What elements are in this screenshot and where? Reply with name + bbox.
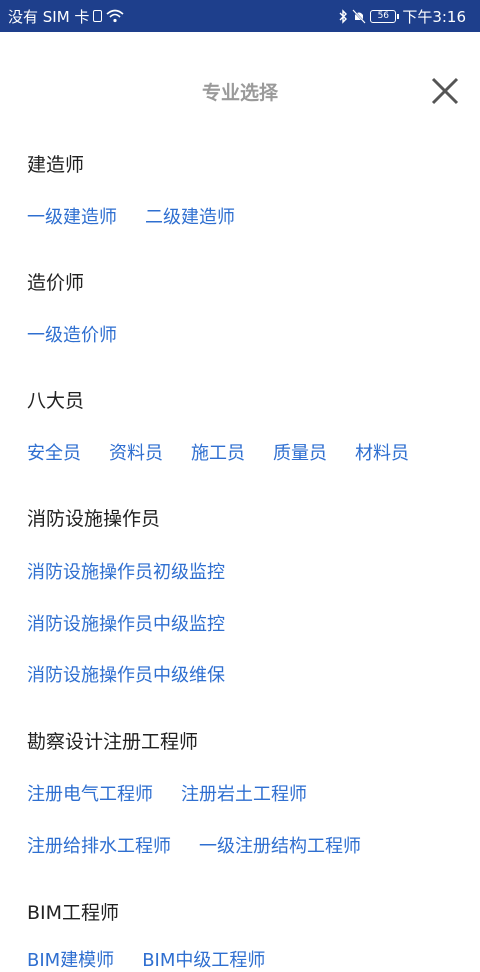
section-title-cost-engineer: 造价师 bbox=[27, 272, 85, 294]
option-construction-officer[interactable]: 施工员 bbox=[191, 439, 245, 465]
status-bar: 没有 SIM 卡 56 下午3:16 bbox=[0, 0, 480, 32]
carrier-text: 没有 SIM 卡 bbox=[8, 7, 90, 26]
option-fire-intermediate-maintenance[interactable]: 消防设施操作员中级维保 bbox=[27, 661, 225, 687]
option-row: 消防设施操作员初级监控 bbox=[27, 558, 253, 584]
option-level1-cost-engineer[interactable]: 一级造价师 bbox=[27, 321, 117, 347]
option-bim-modeler[interactable]: BIM建模师 bbox=[27, 946, 114, 972]
sim-icon bbox=[93, 10, 103, 22]
close-icon[interactable] bbox=[426, 72, 464, 110]
option-row: BIM建模师 BIM中级工程师 bbox=[27, 946, 293, 972]
option-row: 安全员 资料员 施工员 质量员 材料员 bbox=[27, 439, 437, 465]
option-fire-intermediate-monitor[interactable]: 消防设施操作员中级监控 bbox=[27, 610, 225, 636]
clock-text: 下午3:16 bbox=[402, 7, 466, 26]
wifi-icon bbox=[106, 9, 124, 23]
battery-icon: 56 bbox=[370, 9, 400, 23]
option-level1-constructor[interactable]: 一级建造师 bbox=[27, 203, 117, 229]
option-material-officer[interactable]: 材料员 bbox=[355, 439, 409, 465]
option-row: 一级建造师 二级建造师 bbox=[27, 203, 263, 229]
option-structural-engineer[interactable]: 一级注册结构工程师 bbox=[199, 832, 361, 858]
option-row: 注册给排水工程师 一级注册结构工程师 bbox=[27, 832, 389, 858]
option-row: 消防设施操作员中级监控 bbox=[27, 610, 253, 636]
section-title-constructor: 建造师 bbox=[27, 154, 85, 176]
option-row: 注册电气工程师 注册岩土工程师 bbox=[27, 780, 335, 806]
option-fire-junior-monitor[interactable]: 消防设施操作员初级监控 bbox=[27, 558, 225, 584]
option-row: 一级造价师 bbox=[27, 321, 145, 347]
option-quality-officer[interactable]: 质量员 bbox=[273, 439, 327, 465]
option-geotechnical-engineer[interactable]: 注册岩土工程师 bbox=[181, 780, 307, 806]
option-document-officer[interactable]: 资料员 bbox=[109, 439, 163, 465]
option-safety-officer[interactable]: 安全员 bbox=[27, 439, 81, 465]
page-header: 专业选择 bbox=[0, 66, 480, 116]
option-electrical-engineer[interactable]: 注册电气工程师 bbox=[27, 780, 153, 806]
option-row: 消防设施操作员中级维保 bbox=[27, 661, 253, 687]
page-title: 专业选择 bbox=[201, 82, 278, 104]
mute-bell-icon bbox=[352, 8, 367, 24]
option-bim-intermediate-engineer[interactable]: BIM中级工程师 bbox=[142, 946, 265, 972]
section-title-fire-operator: 消防设施操作员 bbox=[27, 508, 161, 530]
option-level2-constructor[interactable]: 二级建造师 bbox=[145, 203, 235, 229]
option-water-engineer[interactable]: 注册给排水工程师 bbox=[27, 832, 171, 858]
battery-level: 56 bbox=[377, 10, 390, 21]
section-title-survey-design-engineer: 勘察设计注册工程师 bbox=[27, 731, 199, 753]
status-bar-left: 没有 SIM 卡 bbox=[8, 6, 124, 27]
bluetooth-icon bbox=[339, 8, 348, 24]
section-title-bim-engineer: BIM工程师 bbox=[27, 902, 120, 924]
status-bar-right: 56 下午3:16 bbox=[338, 6, 466, 27]
section-title-eight-roles: 八大员 bbox=[27, 390, 85, 412]
